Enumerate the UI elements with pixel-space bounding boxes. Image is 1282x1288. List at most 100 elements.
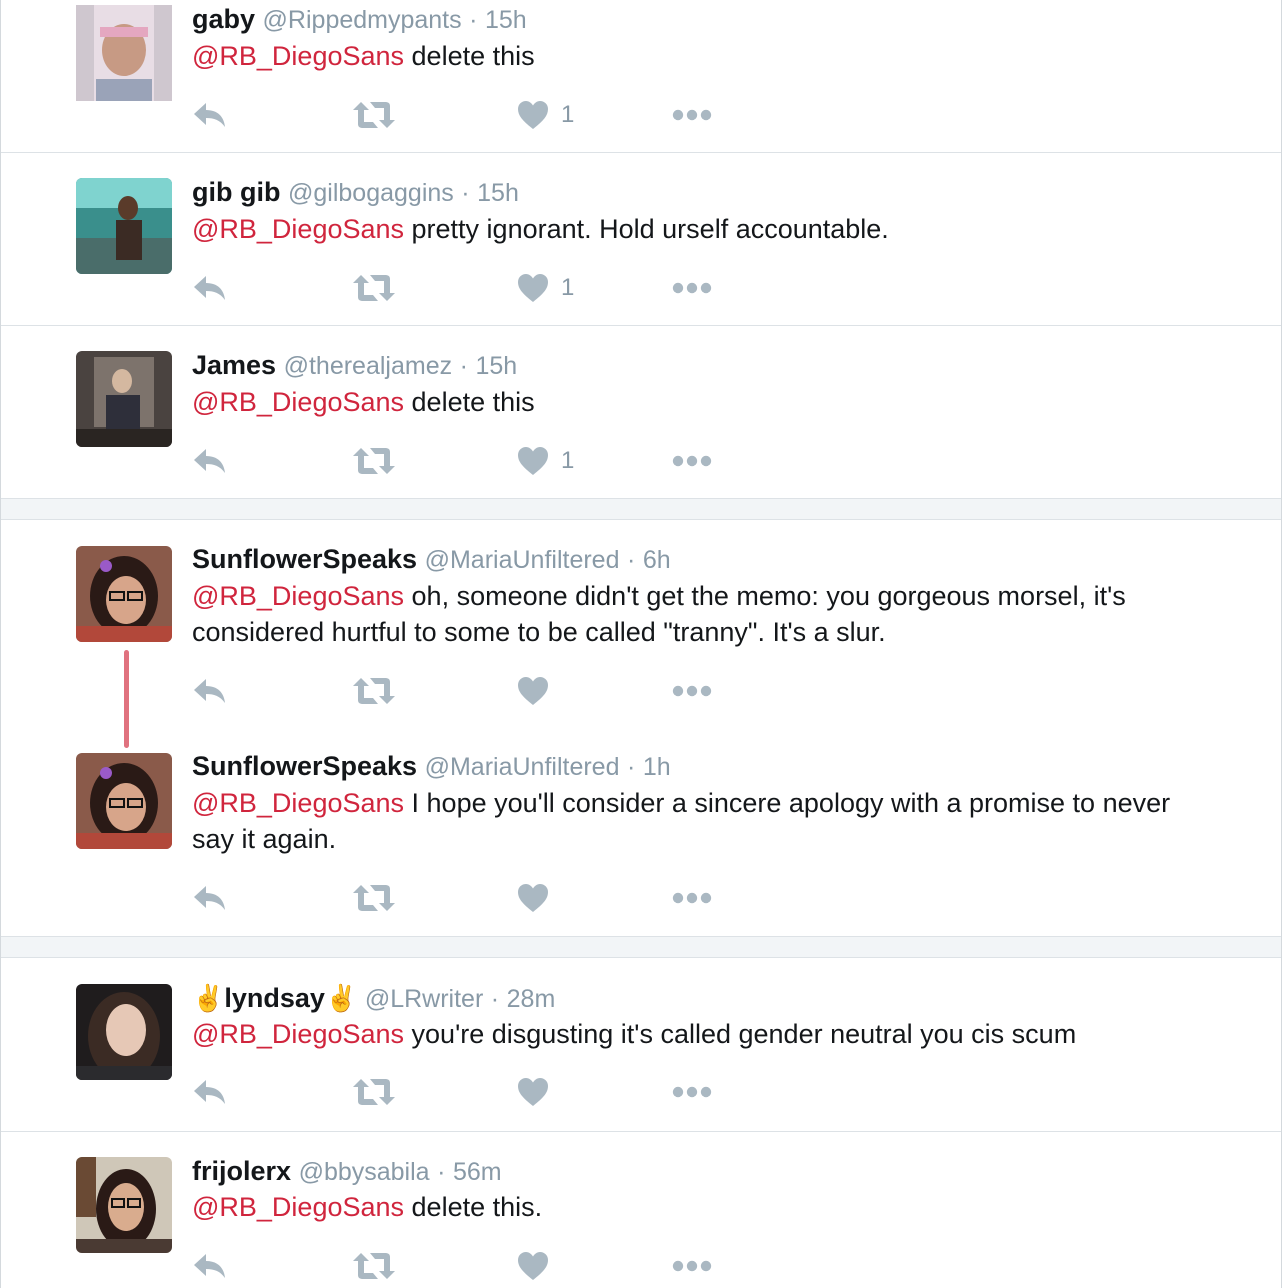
more-button[interactable] bbox=[672, 671, 712, 711]
tweet-header: gib gib @gilbogaggins · 15h bbox=[192, 176, 519, 209]
tweet-item[interactable]: gaby @Rippedmypants · 15h @RB_DiegoSans … bbox=[1, 0, 1281, 152]
reply-button[interactable] bbox=[192, 671, 228, 711]
reply-button[interactable] bbox=[192, 95, 228, 135]
tweet-text: @RB_DiegoSans oh, someone didn't get the… bbox=[192, 578, 1202, 650]
like-button[interactable] bbox=[517, 878, 549, 918]
tweet-item[interactable]: James @therealjamez · 15h @RB_DiegoSans … bbox=[1, 326, 1281, 498]
display-name[interactable]: SunflowerSpeaks bbox=[192, 751, 417, 781]
mention-link[interactable]: @RB_DiegoSans bbox=[192, 214, 404, 244]
like-count: 1 bbox=[561, 274, 575, 301]
like-button[interactable]: 1 bbox=[517, 441, 574, 481]
tweet-item[interactable]: ✌lyndsay✌ @LRwriter · 28m @RB_DiegoSans … bbox=[1, 958, 1281, 1131]
reply-button[interactable] bbox=[192, 268, 228, 308]
mention-link[interactable]: @RB_DiegoSans bbox=[192, 1192, 404, 1222]
like-button[interactable] bbox=[517, 1072, 549, 1112]
more-button[interactable] bbox=[672, 878, 712, 918]
tweet-item[interactable]: gib gib @gilbogaggins · 15h @RB_DiegoSan… bbox=[1, 153, 1281, 325]
retweet-button[interactable] bbox=[352, 95, 396, 135]
tweet-header: gaby @Rippedmypants · 15h bbox=[192, 3, 527, 36]
tweet-body-text: delete this bbox=[404, 387, 535, 417]
user-handle[interactable]: @therealjamez bbox=[284, 352, 453, 380]
retweet-icon bbox=[352, 1077, 396, 1107]
retweet-button[interactable] bbox=[352, 878, 396, 918]
reply-icon bbox=[192, 1078, 228, 1106]
timestamp[interactable]: 15h bbox=[477, 179, 519, 207]
heart-icon bbox=[517, 1251, 549, 1281]
tweet-actions bbox=[192, 1246, 732, 1286]
avatar[interactable] bbox=[76, 351, 172, 447]
tweet-header: SunflowerSpeaks @MariaUnfiltered · 1h bbox=[192, 750, 671, 783]
display-name[interactable]: James bbox=[192, 350, 276, 380]
user-handle[interactable]: @MariaUnfiltered bbox=[425, 546, 620, 574]
like-button[interactable]: 1 bbox=[517, 95, 574, 135]
like-button[interactable] bbox=[517, 1246, 549, 1286]
timeline: gaby @Rippedmypants · 15h @RB_DiegoSans … bbox=[0, 0, 1282, 1288]
display-name[interactable]: frijolerx bbox=[192, 1156, 291, 1186]
separator-dot: · bbox=[490, 985, 500, 1013]
like-button[interactable]: 1 bbox=[517, 268, 574, 308]
heart-icon bbox=[517, 446, 549, 476]
heart-icon bbox=[517, 676, 549, 706]
reply-button[interactable] bbox=[192, 1072, 228, 1112]
retweet-button[interactable] bbox=[352, 268, 396, 308]
user-handle[interactable]: @bbysabila bbox=[299, 1158, 430, 1186]
retweet-icon bbox=[352, 446, 396, 476]
more-icon bbox=[672, 1260, 712, 1272]
tweet-header: SunflowerSpeaks @MariaUnfiltered · 6h bbox=[192, 543, 671, 576]
mention-link[interactable]: @RB_DiegoSans bbox=[192, 387, 404, 417]
retweet-icon bbox=[352, 100, 396, 130]
mention-link[interactable]: @RB_DiegoSans bbox=[192, 41, 404, 71]
tweet-body-text: delete this. bbox=[404, 1192, 543, 1222]
avatar[interactable] bbox=[76, 984, 172, 1080]
timestamp[interactable]: 15h bbox=[475, 352, 517, 380]
more-button[interactable] bbox=[672, 1072, 712, 1112]
retweet-button[interactable] bbox=[352, 1072, 396, 1112]
timestamp[interactable]: 28m bbox=[507, 985, 556, 1013]
avatar[interactable] bbox=[76, 5, 172, 101]
retweet-icon bbox=[352, 1251, 396, 1281]
display-name[interactable]: SunflowerSpeaks bbox=[192, 544, 417, 574]
timestamp[interactable]: 15h bbox=[485, 6, 527, 34]
reply-button[interactable] bbox=[192, 878, 228, 918]
tweet-body-text: you're disgusting it's called gender neu… bbox=[404, 1019, 1077, 1049]
reply-button[interactable] bbox=[192, 1246, 228, 1286]
more-button[interactable] bbox=[672, 268, 712, 308]
avatar[interactable] bbox=[76, 753, 172, 849]
retweet-button[interactable] bbox=[352, 671, 396, 711]
reply-icon bbox=[192, 447, 228, 475]
victory-hand-icon: ✌ bbox=[324, 983, 358, 1013]
user-handle[interactable]: @gilbogaggins bbox=[288, 179, 454, 207]
avatar[interactable] bbox=[76, 178, 172, 274]
user-handle[interactable]: @LRwriter bbox=[365, 985, 483, 1013]
tweet-item[interactable]: SunflowerSpeaks @MariaUnfiltered · 1h @R… bbox=[1, 727, 1281, 935]
avatar[interactable] bbox=[76, 1157, 172, 1253]
tweet-item[interactable]: frijolerx @bbysabila · 56m @RB_DiegoSans… bbox=[1, 1132, 1281, 1288]
more-button[interactable] bbox=[672, 1246, 712, 1286]
reply-icon bbox=[192, 101, 228, 129]
tweet-body-text: pretty ignorant. Hold urself accountable… bbox=[404, 214, 889, 244]
display-name[interactable]: gib gib bbox=[192, 177, 280, 207]
more-button[interactable] bbox=[672, 441, 712, 481]
retweet-button[interactable] bbox=[352, 1246, 396, 1286]
user-handle[interactable]: @Rippedmypants bbox=[263, 6, 462, 34]
user-handle[interactable]: @MariaUnfiltered bbox=[425, 753, 620, 781]
tweet-body-text: delete this bbox=[404, 41, 535, 71]
mention-link[interactable]: @RB_DiegoSans bbox=[192, 788, 404, 818]
mention-link[interactable]: @RB_DiegoSans bbox=[192, 581, 404, 611]
mention-link[interactable]: @RB_DiegoSans bbox=[192, 1019, 404, 1049]
timestamp[interactable]: 1h bbox=[643, 753, 671, 781]
avatar[interactable] bbox=[76, 546, 172, 642]
tweet-item[interactable]: SunflowerSpeaks @MariaUnfiltered · 6h @R… bbox=[1, 520, 1281, 728]
tweet-text: @RB_DiegoSans delete this. bbox=[192, 1189, 1202, 1225]
like-button[interactable] bbox=[517, 671, 549, 711]
timestamp[interactable]: 6h bbox=[643, 546, 671, 574]
timestamp[interactable]: 56m bbox=[453, 1158, 502, 1186]
tweet-header: frijolerx @bbysabila · 56m bbox=[192, 1155, 502, 1188]
retweet-button[interactable] bbox=[352, 441, 396, 481]
reply-button[interactable] bbox=[192, 441, 228, 481]
display-name[interactable]: gaby bbox=[192, 4, 255, 34]
more-icon bbox=[672, 685, 712, 697]
display-name[interactable]: lyndsay bbox=[224, 983, 325, 1013]
more-button[interactable] bbox=[672, 95, 712, 135]
conversation-gap bbox=[1, 936, 1281, 958]
